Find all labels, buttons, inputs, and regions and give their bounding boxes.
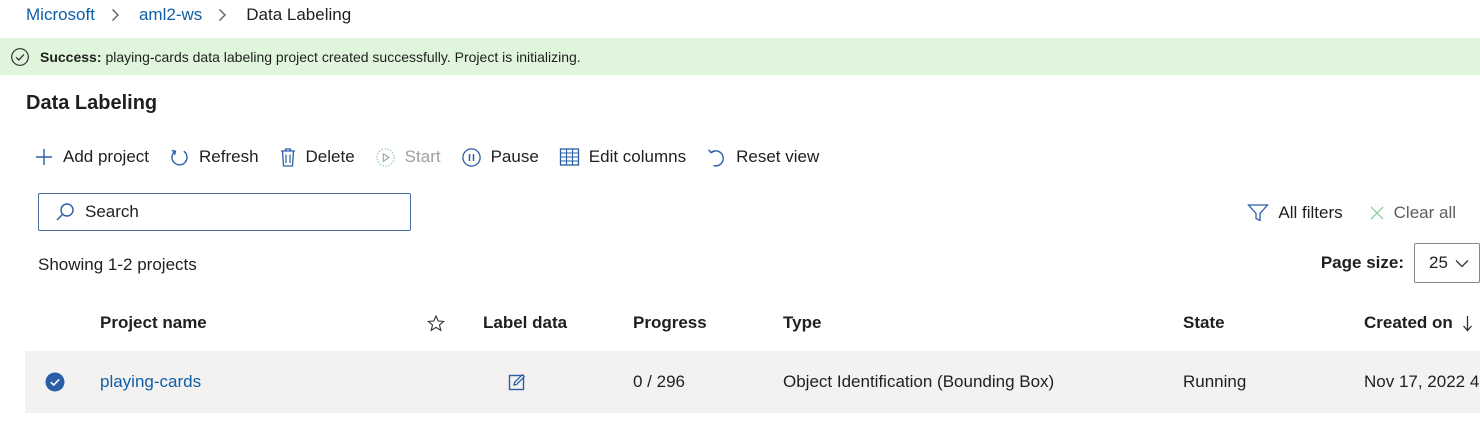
pause-label: Pause [490, 147, 539, 166]
filter-icon [1247, 203, 1270, 223]
chevron-right-icon [218, 4, 230, 26]
table-header: Project name Label data Progress Type St… [25, 302, 1480, 344]
start-label: Start [404, 147, 441, 166]
chevron-down-icon [1455, 259, 1469, 268]
table-columns-icon [559, 147, 580, 167]
page-size-label: Page size: [1320, 253, 1404, 272]
banner-message: playing-cards data labeling project crea… [105, 48, 581, 65]
star-icon[interactable] [427, 302, 445, 344]
refresh-label: Refresh [199, 147, 259, 166]
play-circle-icon [375, 147, 396, 168]
check-circle-icon [10, 47, 30, 67]
column-header-project-name[interactable]: Project name [100, 302, 207, 344]
refresh-icon [169, 147, 190, 168]
search-icon [55, 202, 75, 222]
command-bar: Add project Refresh Delete Start Pause E… [34, 142, 839, 172]
reset-view-label: Reset view [736, 147, 820, 166]
add-project-label: Add project [63, 147, 149, 166]
all-filters-button[interactable]: All filters [1247, 203, 1343, 223]
pause-button[interactable]: Pause [461, 142, 539, 172]
start-button[interactable]: Start [375, 142, 441, 172]
chevron-right-icon [111, 4, 123, 26]
search-input[interactable] [85, 202, 385, 222]
close-icon [1369, 205, 1385, 221]
row-selected-checkbox[interactable] [45, 351, 65, 413]
page-size-dropdown[interactable]: 25 [1414, 243, 1480, 283]
created-on-label: Created on [1364, 313, 1453, 332]
reset-view-button[interactable]: Reset view [706, 142, 819, 172]
undo-icon [706, 147, 727, 168]
add-project-button[interactable]: Add project [34, 142, 149, 172]
plus-icon [34, 147, 54, 167]
clear-all-label: Clear all [1393, 203, 1456, 222]
delete-button[interactable]: Delete [279, 142, 355, 172]
breadcrumb-item-workspace[interactable]: aml2-ws [139, 5, 202, 25]
delete-label: Delete [305, 147, 355, 166]
label-data-edit-icon[interactable] [508, 351, 526, 413]
page-size-control: Page size: 25 [1321, 242, 1480, 284]
breadcrumb: Microsoft aml2-ws Data Labeling [26, 4, 351, 26]
results-count: Showing 1-2 projects [38, 255, 197, 274]
clear-all-button[interactable]: Clear all [1369, 203, 1456, 223]
trash-icon [279, 147, 297, 168]
type-value: Object Identification (Bounding Box) [783, 372, 1055, 391]
table-row[interactable]: playing-cards 0 / 296 Object Identificat… [25, 351, 1480, 413]
column-header-type[interactable]: Type [783, 302, 821, 344]
progress-value: 0 / 296 [633, 372, 685, 391]
page-title: Data Labeling [26, 92, 158, 114]
refresh-button[interactable]: Refresh [169, 142, 259, 172]
search-box[interactable] [38, 193, 411, 231]
column-header-created-on[interactable]: Created on [1364, 302, 1473, 344]
breadcrumb-item-current: Data Labeling [246, 5, 352, 24]
pause-circle-icon [461, 147, 482, 168]
created-on-value: Nov 17, 2022 4: [1364, 372, 1480, 391]
success-banner: Success: playing-cards data labeling pro… [0, 38, 1480, 75]
all-filters-label: All filters [1278, 203, 1343, 222]
column-header-state[interactable]: State [1183, 302, 1225, 344]
edit-columns-label: Edit columns [588, 147, 687, 166]
state-value: Running [1183, 372, 1247, 391]
sort-descending-icon [1462, 315, 1473, 332]
edit-columns-button[interactable]: Edit columns [559, 142, 686, 172]
column-header-progress[interactable]: Progress [633, 302, 707, 344]
column-header-label-data[interactable]: Label data [483, 302, 567, 344]
breadcrumb-item-microsoft[interactable]: Microsoft [26, 5, 95, 25]
project-name-link[interactable]: playing-cards [100, 351, 201, 413]
filter-bar: All filters Clear all [1221, 200, 1456, 226]
banner-status: Success: [40, 48, 102, 65]
page-size-value: 25 [1429, 253, 1448, 272]
